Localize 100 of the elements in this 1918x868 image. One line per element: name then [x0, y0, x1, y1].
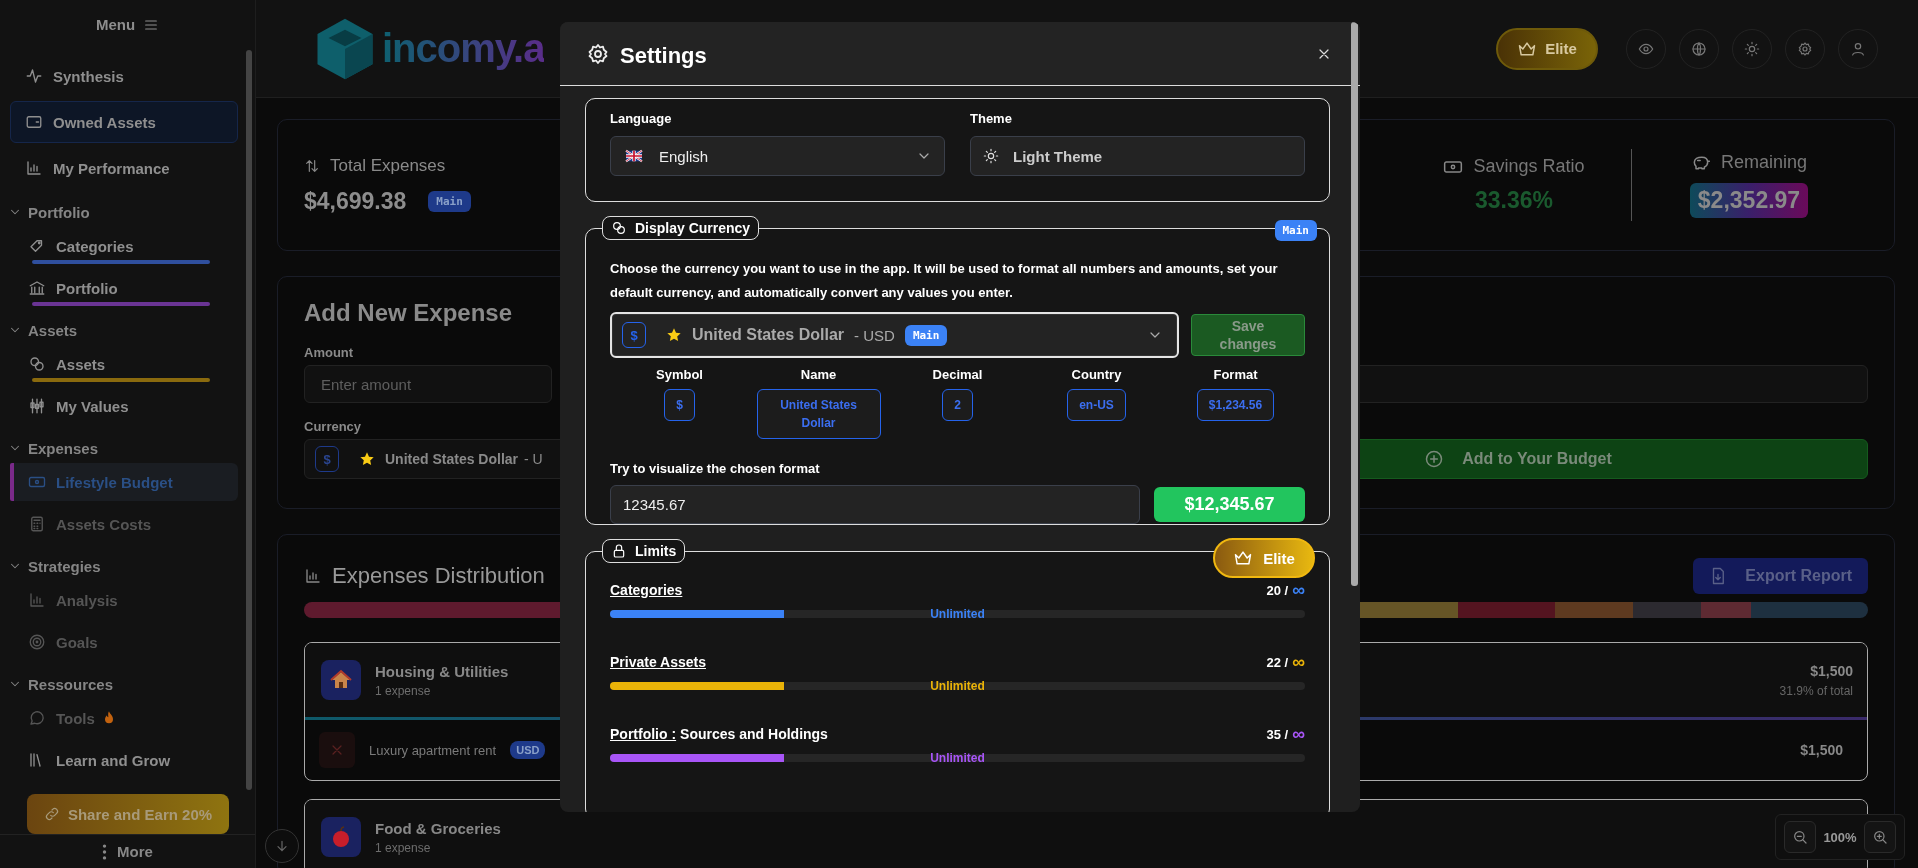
field-label: Currency	[304, 419, 362, 434]
sidebar-item[interactable]: Assets	[10, 345, 238, 384]
bar-chart-icon	[28, 591, 46, 610]
arrow-down-icon	[274, 838, 290, 854]
zoom-out-button[interactable]	[1784, 821, 1816, 853]
detail-value: $	[664, 389, 695, 421]
settings-icon	[586, 41, 610, 66]
language-select[interactable]: English	[610, 136, 945, 176]
sidebar-item[interactable]: Learn and Grow	[10, 741, 238, 780]
target-icon	[28, 633, 46, 652]
theme-button[interactable]: Light Theme	[970, 136, 1305, 176]
detail-label: Symbol	[656, 367, 703, 382]
field-label: Try to visualize the chosen format	[610, 461, 821, 476]
more-button[interactable]: More	[0, 834, 255, 868]
zoom-level: 100%	[1823, 829, 1857, 845]
section-title: Display Currency	[635, 220, 751, 236]
amount-input-field[interactable]: 12345.67	[610, 485, 1140, 524]
card-title: Expenses Distribution	[332, 563, 545, 589]
zoom-out-icon	[1792, 829, 1808, 845]
link-icon	[43, 806, 60, 823]
sidebar-item[interactable]: My Performance	[10, 147, 238, 190]
elite-button[interactable]: Elite	[1496, 27, 1598, 70]
chat-bubble-icon	[28, 709, 46, 728]
sidebar-item[interactable]: Synthesis	[10, 55, 238, 98]
limit-status: Unlimited	[930, 678, 985, 694]
limit-status: Unlimited	[930, 606, 985, 622]
vertical-dots-icon	[102, 843, 108, 860]
field-label: Amount	[304, 345, 354, 360]
stat-value: 33.36%	[1475, 187, 1553, 214]
stat-label: Remaining	[1720, 152, 1807, 173]
main-badge: Main	[428, 190, 471, 212]
stat-label: Savings Ratio	[1473, 156, 1585, 177]
dialog-title: Settings	[620, 41, 708, 69]
plus-circle-icon	[1424, 449, 1445, 469]
detail-label: Decimal	[932, 367, 983, 382]
currency-symbol: $	[622, 322, 646, 348]
sun-icon	[983, 148, 999, 164]
detail-label: Name	[800, 367, 837, 382]
candlestick-icon	[28, 397, 46, 416]
currency-select[interactable]: $ United States Dollar - USD Main	[610, 312, 1179, 358]
expense-count: 1 expense	[375, 683, 431, 698]
category-total: $1,500	[1810, 662, 1853, 679]
sidebar-item[interactable]: My Values	[10, 387, 238, 426]
category-share: 31.9% of total	[1779, 683, 1853, 698]
limit-max: ∞	[1292, 727, 1305, 741]
user-icon	[1850, 40, 1866, 57]
limit-max: ∞	[1292, 583, 1305, 597]
sidebar-item[interactable]: Portfolio	[10, 269, 238, 308]
sort-arrows-icon	[304, 157, 320, 174]
bank-icon	[28, 279, 46, 298]
card-title: Add New Expense	[304, 299, 513, 327]
calculator-icon	[28, 515, 46, 534]
coins-icon	[611, 220, 627, 236]
expense-amount: $1,500	[1800, 742, 1843, 758]
detail-label: Country	[1071, 367, 1122, 382]
limit-count: 20 /	[1266, 582, 1289, 598]
currency-code: - U	[524, 451, 543, 467]
currency-symbol: $	[315, 446, 339, 472]
expense-name: Luxury apartment rent	[369, 742, 497, 758]
stat-value: $4,699.38	[304, 187, 407, 215]
expense-count: 1 expense	[375, 840, 431, 855]
currency-code: - USD	[854, 326, 895, 344]
star-icon	[666, 327, 682, 343]
limit-link[interactable]: Categories	[610, 582, 683, 598]
detail-value: en-US	[1067, 389, 1126, 421]
detail-value: 2	[942, 389, 973, 421]
scroll-down-button[interactable]	[265, 829, 299, 863]
zoom-in-icon	[1872, 829, 1888, 845]
flag-icon	[623, 148, 645, 164]
coins-icon	[28, 355, 46, 374]
amount-input-field[interactable]: Enter amount	[304, 365, 552, 403]
limit-link[interactable]: Private Assets	[610, 654, 706, 670]
scrollbar[interactable]	[1351, 22, 1358, 586]
detail-label: Format	[1213, 367, 1258, 382]
sun-icon	[1744, 40, 1760, 57]
field-label: Theme	[970, 111, 1013, 126]
sidebar-item[interactable]: Categories	[10, 227, 238, 266]
bar-chart-icon	[304, 567, 322, 585]
description-text: Choose the currency you want to use in the app. It will be used to format all numbers and amounts, set your default currency, and automatically convert any values you enter.	[610, 260, 1279, 302]
sidebar-item[interactable]: Owned Assets	[10, 101, 238, 144]
lock-icon	[611, 543, 627, 559]
limit-count: 22 /	[1266, 654, 1289, 670]
bar-chart-icon	[25, 159, 43, 178]
section-title: Expenses	[28, 439, 99, 457]
detail-value: $1,234.56	[1196, 389, 1275, 421]
zoom-in-button[interactable]	[1864, 821, 1896, 853]
category-name: Food & Groceries	[375, 819, 501, 837]
main-badge: Main	[904, 324, 948, 346]
limit-count: 35 /	[1266, 726, 1289, 742]
field-label: Language	[610, 111, 673, 126]
stat-label: Total Expenses	[330, 155, 446, 176]
section-title: Assets	[28, 321, 78, 339]
settings-icon	[1797, 40, 1813, 57]
limit-status: Unlimited	[930, 750, 985, 766]
stat-value: $2,352.97	[1689, 183, 1809, 218]
menu-title: Menu	[95, 16, 136, 34]
scrollbar[interactable]	[246, 50, 252, 790]
limit-link[interactable]: Portfolio :	[610, 726, 677, 742]
currency-name: United States Dollar	[385, 451, 519, 467]
currency-name: United States Dollar	[692, 326, 845, 344]
